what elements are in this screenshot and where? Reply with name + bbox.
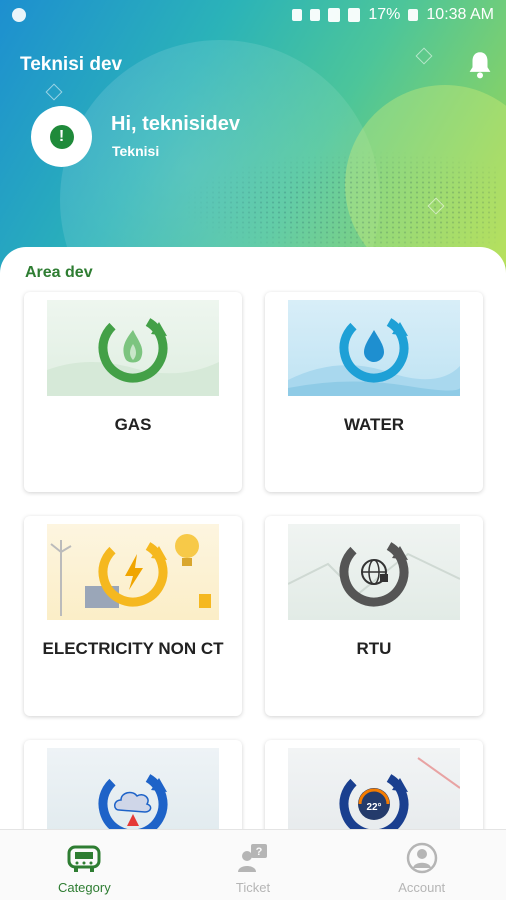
bell-icon[interactable] [466,50,494,80]
lightning-refresh-icon [50,534,211,616]
category-label: RTU [356,639,392,658]
greeting: Hi, teknisidev [111,113,240,135]
ticket-user-icon: ? [238,844,267,872]
category-card-rtu[interactable]: RTU [265,516,483,716]
gas-illustration [47,300,219,396]
category-panel: Area dev GAS WATER ELECTRICITY NON CT RT… [0,247,506,847]
nav-label: Account [398,880,446,895]
rtu-illustration [288,524,460,620]
meter-icon [67,845,101,872]
decorative-mesh [180,150,500,260]
account-icon [406,842,437,874]
category-card-gas[interactable]: GAS [24,292,242,492]
mute-icon [310,9,321,21]
category-label: WATER [343,415,405,434]
battery-percent: 17% [368,6,401,23]
signal-icon [348,8,361,22]
nav-tab-account[interactable]: Account [337,830,506,900]
water-illustration [288,300,460,396]
bottom-navigation: Category ? Ticket Account [0,829,506,900]
nav-tab-ticket[interactable]: ? Ticket [169,830,338,900]
category-card-water[interactable]: WATER [265,292,483,492]
category-label: GAS [114,415,152,434]
app-title: Teknisi dev [20,54,123,75]
svg-text:22°: 22° [366,802,381,813]
section-title: Area dev [25,264,93,281]
nav-label: Category [57,880,111,895]
app-notification-icon [12,8,26,22]
user-role: Teknisi [112,143,160,159]
category-card-electricity-non-ct[interactable]: ELECTRICITY NON CT [24,516,242,716]
exclamation-icon: ! [49,124,74,149]
wifi-icon [328,8,341,22]
clock: 10:38 AM [426,6,494,23]
category-label: ELECTRICITY NON CT [42,639,224,658]
water-drop-refresh-icon [288,313,460,396]
flame-refresh-icon [47,313,219,396]
svg-text:?: ? [256,846,263,858]
battery-icon [408,9,419,21]
status-bar: 17% 10:38 AM [0,0,506,30]
avatar[interactable]: ! [31,106,92,167]
nav-label: Ticket [235,880,271,895]
nav-tab-category[interactable]: Category [0,830,169,900]
globe-refresh-icon [288,537,460,607]
decorative-diamond [415,47,433,65]
sim-icon [292,9,303,21]
electricity-illustration [47,524,219,620]
decorative-diamond [45,83,63,101]
